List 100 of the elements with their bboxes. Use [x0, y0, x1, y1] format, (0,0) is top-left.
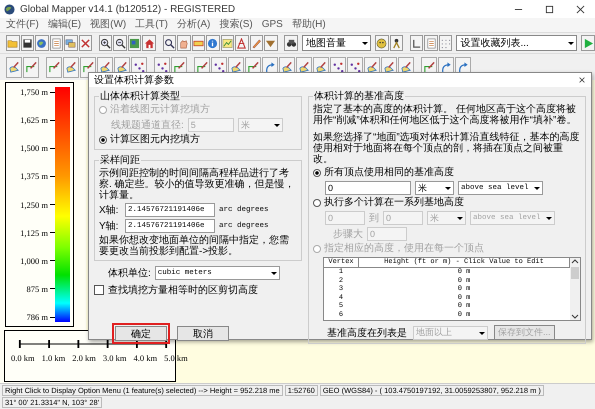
scale-label: 5.0 km — [164, 353, 188, 363]
dialog-button[interactable]: 取消 — [177, 326, 229, 341]
view-dropdown[interactable]: 地图音量 — [302, 35, 372, 51]
menu-item[interactable]: 编辑(E) — [48, 19, 82, 31]
pencil-line-icon — [172, 60, 186, 74]
curve-arrow-icon — [440, 60, 452, 74]
toolbar-button[interactable] — [113, 35, 127, 51]
bracket-icon — [411, 38, 422, 48]
description-text: 示例间距控制的时间间隔高程样品进行了考察. 确定些。较小的值导致更准确，但是慢，计算量。 — [99, 168, 296, 201]
dialog-button[interactable]: 确定 — [115, 326, 167, 341]
checkbox-option[interactable]: 查找填挖方量相等时的区剪切高度 — [94, 283, 302, 297]
zoom-in-icon — [100, 38, 112, 48]
info-icon — [207, 38, 218, 48]
pencil-line-icon — [196, 60, 208, 74]
note-text: 如果您选择了“地面”选项对体积计算沿直线特征，基本的高度使用相对于地面将在每个顶点的剖，将插在顶点之间被重改。 — [313, 132, 581, 165]
description-text: 指定了基本的高度的体积计算。 任何地区高于这个高度将被用作“削减”体积和任何地区低于这个高度将被用作“填补”卷。 — [313, 104, 578, 126]
vertices-icon — [212, 60, 226, 74]
radio-label: 沿着线图元计算挖填方 — [110, 104, 210, 116]
menu-item[interactable]: 帮助(H) — [292, 19, 326, 31]
toolbar-button[interactable] — [284, 35, 298, 51]
pencil-area-icon — [8, 60, 20, 74]
binoculars-icon — [286, 38, 297, 48]
scale-label: 3.0 km — [102, 353, 126, 363]
input-field[interactable]: 0 — [325, 181, 411, 195]
maximize-icon[interactable] — [545, 4, 554, 14]
radio-option[interactable]: 所有顶点使用相同的基准高度 — [313, 167, 581, 179]
globe-icon — [4, 4, 15, 14]
scroll-up-icon[interactable] — [571, 258, 579, 266]
chart-icon — [222, 38, 233, 48]
search-icon — [164, 38, 175, 48]
scroll-down-icon[interactable] — [571, 312, 579, 320]
pencil-line-icon — [48, 60, 60, 74]
pencil-area-icon — [230, 60, 242, 74]
hand-icon — [178, 38, 190, 48]
radio-option[interactable]: 执行多个计算在一系列基地高度 — [313, 197, 581, 209]
field-label: 体积单位: — [108, 266, 151, 280]
legend-label: 1,250 m — [20, 200, 48, 210]
dialog-title: 设置体积计算参数 — [94, 74, 174, 87]
dropdown-arrow-icon — [533, 184, 541, 192]
close-icon[interactable] — [576, 4, 585, 14]
radio-label: 执行多个计算在一系列基地高度 — [324, 197, 464, 209]
group-title: 山体体积计算类型 — [99, 90, 181, 103]
toolbar-button[interactable] — [20, 35, 34, 51]
folder-icon — [7, 38, 18, 48]
menu-item[interactable]: 视图(W) — [90, 19, 126, 31]
pencil-area-icon — [400, 60, 412, 74]
vertices-icon — [132, 60, 146, 74]
scale-label: 4.0 km — [134, 353, 158, 363]
toolbar-button[interactable] — [162, 35, 176, 51]
scrollbar[interactable] — [570, 258, 580, 320]
toolbar-button[interactable] — [390, 35, 404, 51]
field-label: X轴: — [99, 204, 120, 217]
tools-icon — [80, 38, 91, 48]
window-title: Global Mapper v14.1 (b120512) - REGISTERED — [20, 4, 236, 14]
field-label: 步骤大 — [333, 228, 363, 241]
curve-arrow-icon — [456, 60, 470, 74]
field-label: Y轴: — [99, 220, 120, 233]
pencil-line-icon — [246, 60, 260, 74]
favorites-dropdown[interactable]: 设置收藏列表... — [456, 35, 578, 51]
vertices-icon — [332, 60, 344, 74]
vertices-icon — [156, 60, 168, 74]
unit-dropdown[interactable]: 米 — [415, 181, 454, 195]
menu-item[interactable]: 工具(T) — [135, 19, 168, 31]
group-title: 采样间距 — [99, 154, 141, 167]
scale-label: 1.0 km — [42, 353, 66, 363]
pencil-area-icon — [98, 60, 112, 74]
dropdown-arrow-icon — [270, 269, 278, 277]
scale-label: 0.0 km — [11, 353, 35, 363]
close-icon[interactable] — [578, 76, 586, 84]
map-icon — [129, 38, 140, 48]
document-icon — [50, 38, 62, 48]
legend-label: 1,750 m — [20, 87, 48, 97]
radio-label: 计算区图元内挖填方 — [110, 134, 200, 146]
menu-item[interactable]: GPS — [262, 19, 283, 31]
document-icon — [426, 38, 437, 48]
pencil-icon — [250, 38, 262, 48]
pencil-line-icon — [82, 60, 94, 74]
globe-icon — [36, 38, 48, 48]
layers-icon — [65, 38, 76, 48]
menu-item[interactable]: 搜索(S) — [219, 19, 253, 31]
field-label: 到 — [369, 212, 379, 225]
toolbar-button[interactable] — [98, 35, 112, 51]
toolbar-button[interactable] — [375, 35, 389, 51]
menu-item[interactable]: 文件(F) — [6, 19, 39, 31]
pencil-area-icon — [382, 60, 396, 74]
radio-option[interactable]: 计算区图元内挖填方 — [99, 134, 297, 146]
dropdown-arrow-icon — [456, 214, 464, 222]
menu-item[interactable]: 分析(A) — [177, 19, 210, 31]
radio-label: 指定相应的高度，使用在每一个顶点 — [324, 243, 484, 255]
group-title: 体积计算的基准高度 — [313, 90, 405, 103]
checkbox-label: 查找填挖方量相等时的区剪切高度 — [108, 284, 258, 297]
pencil-area-icon — [64, 60, 78, 74]
pencil-area-icon — [298, 60, 310, 74]
scroll-thumb[interactable] — [571, 267, 579, 279]
pencil-area-icon — [366, 60, 378, 74]
face-icon — [376, 38, 388, 48]
legend-label: 1,000 m — [20, 256, 48, 266]
save-icon — [22, 38, 33, 48]
toolbar-button[interactable] — [410, 35, 424, 51]
field-label: 基准高度在列表是 — [327, 326, 407, 340]
